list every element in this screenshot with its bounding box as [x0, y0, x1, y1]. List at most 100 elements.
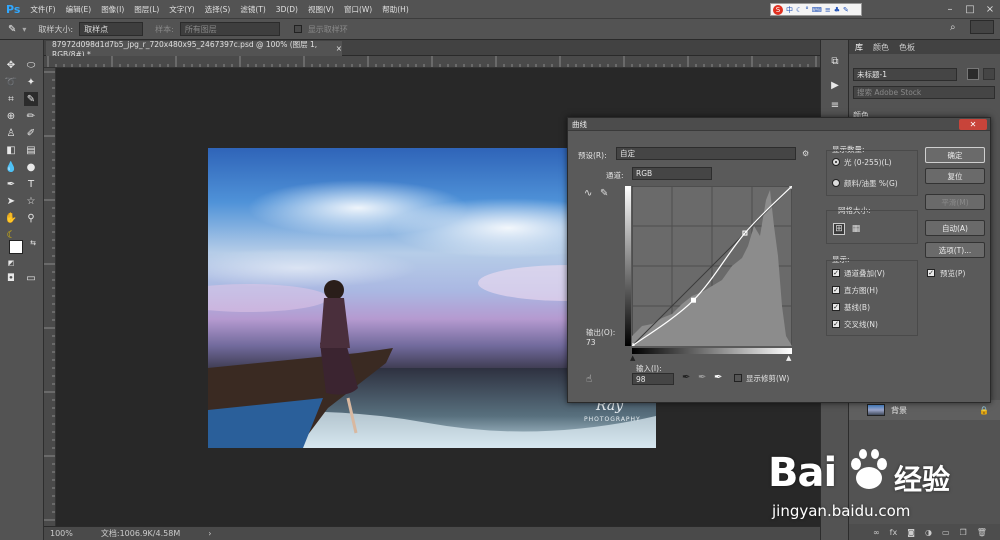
grid-view-icon[interactable] [967, 68, 979, 80]
simple-grid-icon[interactable]: ⊞ [833, 223, 845, 235]
menu-icon[interactable]: ≡ [825, 6, 831, 14]
pigment-radio[interactable] [832, 179, 840, 187]
eyedropper-tool-icon[interactable]: ✎ [24, 92, 38, 106]
white-eyedropper-icon[interactable]: ✒ [714, 372, 722, 383]
menu-view[interactable]: 视图(V) [308, 4, 334, 15]
menu-file[interactable]: 文件(F) [30, 4, 55, 15]
eyedropper-tool-icon[interactable]: ✎ [8, 24, 16, 35]
layer-row[interactable]: 背景 🔒 [849, 400, 1000, 420]
menu-3d[interactable]: 3D(D) [276, 5, 298, 14]
ime-lang[interactable]: 中 [786, 5, 793, 15]
dialog-close-button[interactable]: ✕ [959, 119, 987, 130]
baseline-checkbox[interactable]: ✓ [832, 303, 840, 311]
moon-icon[interactable]: ☾ [796, 6, 802, 14]
tool-icon[interactable]: ✎ [843, 6, 849, 14]
swap-colors-icon[interactable]: ⇆ [26, 236, 40, 250]
move-tool-icon[interactable]: ✥ [4, 58, 18, 72]
hand-tool-icon[interactable]: ✋ [4, 211, 18, 225]
tab-swatches[interactable]: 色板 [899, 42, 915, 53]
tab-color[interactable]: 颜色 [873, 42, 889, 53]
eraser-tool-icon[interactable]: ◧ [4, 143, 18, 157]
show-ring-checkbox[interactable] [293, 25, 302, 33]
menu-layer[interactable]: 图层(L) [134, 4, 159, 15]
curve-control-point[interactable] [690, 297, 696, 303]
window-close-icon[interactable]: × [980, 0, 1000, 18]
black-point-slider[interactable]: ▲ [630, 354, 635, 362]
sample-select[interactable]: 所有图层 [179, 22, 280, 36]
curves-titlebar[interactable]: 曲线 [568, 118, 990, 131]
preset-select[interactable]: 自定 [616, 147, 796, 160]
curve-graph[interactable] [632, 186, 792, 346]
maximize-icon[interactable]: □ [960, 0, 980, 18]
preset-gear-icon[interactable]: ⚙ [802, 149, 809, 158]
reset-button[interactable]: 复位 [925, 168, 985, 184]
actions-panel-icon[interactable]: ▶ [828, 78, 842, 92]
menu-filter[interactable]: 滤镜(T) [240, 4, 265, 15]
pencil-draw-icon[interactable]: ✎ [600, 188, 608, 199]
ok-button[interactable]: 确定 [925, 147, 985, 163]
output-value[interactable]: 73 [586, 338, 596, 347]
menu-type[interactable]: 文字(Y) [169, 4, 194, 15]
detailed-grid-icon[interactable]: ▦ [850, 223, 862, 235]
type-tool-icon[interactable]: T [24, 177, 38, 191]
white-point-slider[interactable]: ▲ [786, 354, 791, 362]
smooth-button[interactable]: 平滑(M) [925, 194, 985, 210]
history-brush-icon[interactable]: ✐ [24, 126, 38, 140]
quick-mask-icon[interactable]: ◘ [4, 271, 18, 285]
tab-close-icon[interactable]: × [336, 44, 342, 53]
target-adjust-icon[interactable]: ☝ [586, 374, 592, 385]
shape-tool-icon[interactable]: ☆ [24, 194, 38, 208]
channel-overlay-checkbox[interactable]: ✓ [832, 269, 840, 277]
properties-panel-icon[interactable]: ≡ [828, 98, 842, 112]
blur-tool-icon[interactable]: 💧 [4, 160, 18, 174]
ime-toolbar[interactable]: S 中 ☾ ° ⌨ ≡ ♣ ✎ [770, 3, 862, 16]
pen-tool-icon[interactable]: ✒ [4, 177, 18, 191]
menu-help[interactable]: 帮助(H) [382, 4, 409, 15]
minimize-icon[interactable]: – [940, 0, 960, 18]
screen-mode-icon[interactable]: ▭ [24, 271, 38, 285]
menu-edit[interactable]: 编辑(E) [66, 4, 92, 15]
histogram-checkbox[interactable]: ✓ [832, 286, 840, 294]
preview-checkbox[interactable]: ✓ [927, 269, 935, 277]
curve-edit-icon[interactable]: ∿ [584, 188, 592, 199]
healing-tool-icon[interactable]: ⊕ [4, 109, 18, 123]
show-clipping-checkbox[interactable] [734, 374, 742, 382]
input-field[interactable]: 98 [632, 373, 674, 385]
tool-preset-chevron-icon[interactable]: ▾ [22, 25, 26, 34]
zoom-level[interactable]: 100% [50, 529, 73, 538]
library-select[interactable]: 未标题-1 [853, 68, 957, 81]
auto-button[interactable]: 自动(A) [925, 220, 985, 236]
marquee-tool-icon[interactable]: ⬭ [24, 58, 38, 72]
channel-select[interactable]: RGB [632, 167, 712, 180]
list-view-icon[interactable] [983, 68, 995, 80]
zoom-tool-icon[interactable]: ⚲ [24, 211, 38, 225]
search-icon[interactable]: ⌕ [950, 22, 956, 33]
stock-search-input[interactable]: 搜索 Adobe Stock [853, 86, 995, 99]
default-colors-icon[interactable]: ◩ [4, 256, 18, 270]
magic-wand-tool-icon[interactable]: ✦ [24, 75, 38, 89]
options-button[interactable]: 选项(T)... [925, 242, 985, 258]
foreground-color-swatch[interactable] [9, 240, 23, 254]
path-select-icon[interactable]: ➤ [4, 194, 18, 208]
brush-tool-icon[interactable]: ✏ [24, 109, 38, 123]
sample-size-select[interactable]: 取样点 [79, 22, 144, 36]
stamp-tool-icon[interactable]: ♙ [4, 126, 18, 140]
menu-window[interactable]: 窗口(W) [344, 4, 372, 15]
keyboard-icon[interactable]: ⌨ [812, 6, 822, 14]
black-eyedropper-icon[interactable]: ✒ [682, 372, 690, 383]
lasso-tool-icon[interactable]: ➰ [4, 75, 18, 89]
intersection-checkbox[interactable]: ✓ [832, 320, 840, 328]
light-radio[interactable] [832, 158, 840, 166]
gray-eyedropper-icon[interactable]: ✒ [698, 372, 706, 383]
status-arrow-icon[interactable]: › [208, 529, 211, 538]
menu-image[interactable]: 图像(I) [101, 4, 124, 15]
skin-icon[interactable]: ♣ [834, 6, 840, 14]
gradient-tool-icon[interactable]: ▤ [24, 143, 38, 157]
history-panel-icon[interactable]: ⧉ [828, 54, 842, 68]
sogou-icon[interactable]: S [773, 4, 783, 15]
document-tab[interactable]: 87972d098d1d7b5_jpg_r_720x480x95_2467397… [46, 40, 342, 59]
tab-library[interactable]: 库 [855, 42, 863, 53]
menu-select[interactable]: 选择(S) [205, 4, 231, 15]
dodge-tool-icon[interactable]: ● [24, 160, 38, 174]
crop-tool-icon[interactable]: ⌗ [4, 92, 18, 106]
